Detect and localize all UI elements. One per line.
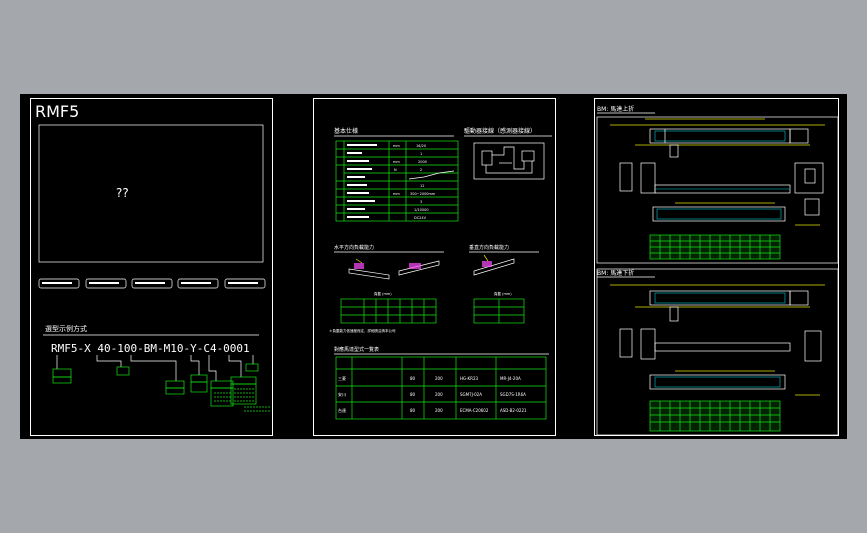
code-legend-text — [214, 388, 271, 412]
top-view-title: BM: 馬達上折 — [597, 105, 634, 113]
load-v-header: 負載 (mm) — [494, 291, 512, 296]
spec-value-9: 1/10000 — [414, 208, 429, 212]
load-h-title: 水平方向負載能力 — [334, 244, 374, 251]
motor-c3-1: HG-KR23 — [460, 376, 478, 381]
spec-value-2: 1 — [420, 152, 422, 156]
spec-value-4: 2 — [420, 168, 422, 172]
spec-unit-1: mm — [393, 144, 400, 148]
motor-c4-2: SGD7S-1R6A — [500, 392, 526, 397]
drawing-canvas: RMF5 ?? 選型示例方式 RMF5-X 40-100-BM-M10-Y-C4… — [20, 94, 847, 439]
specs-drawing: 基本仕様 驅動器接線（感測器接線） 16/20 1 2000 2 12 300~… — [329, 127, 552, 420]
sheet-dimensions: BM: 馬達上折 BM: 馬達下折 — [594, 98, 839, 436]
motor-c2-1: 200 — [435, 376, 443, 381]
motor-name-1: 三菱 — [338, 375, 346, 381]
motor-title: 對應馬達型式一覧表 — [334, 346, 379, 353]
dimensions-drawing: BM: 馬達上折 BM: 馬達下折 — [596, 105, 839, 436]
spec-title: 基本仕様 — [334, 127, 358, 135]
motor-c1-2: 80 — [410, 392, 416, 397]
spec-value-3: 2000 — [418, 160, 427, 164]
bottom-dim-table — [649, 400, 781, 432]
spec-value-8: 3 — [420, 200, 422, 204]
motor-c4-1: MR-J4-20A — [500, 376, 521, 381]
spec-value-1: 16/20 — [416, 144, 426, 148]
section-title: 選型示例方式 — [45, 324, 87, 333]
sheet-cover: RMF5 ?? 選型示例方式 RMF5-X 40-100-BM-M10-Y-C4… — [30, 98, 273, 436]
circuit-diagram — [473, 142, 545, 180]
motor-name-3: 台達 — [338, 407, 346, 413]
load-h-illustration — [348, 258, 440, 280]
preview-placeholder: ?? — [116, 186, 129, 200]
load-note: ＊負載能力依速度而定，詳細請洽詢本公司 — [329, 328, 396, 333]
motor-table-rows: 三菱 80 200 HG-KR23 MR-J4-20A 安川 80 200 SG… — [338, 375, 527, 413]
motor-c1-1: 80 — [410, 376, 416, 381]
motor-c2-3: 200 — [435, 408, 443, 413]
motor-c2-2: 200 — [435, 392, 443, 397]
motor-c3-3: ECMA-C20602 — [460, 408, 489, 413]
cover-drawing: RMF5 ?? 選型示例方式 RMF5-X 40-100-BM-M10-Y-C4… — [35, 102, 271, 412]
spec-value-10: DC24V — [414, 216, 427, 220]
sheet-specs: 基本仕様 驅動器接線（感測器接線） 16/20 1 2000 2 12 300~… — [313, 98, 556, 436]
preview-frame — [38, 124, 264, 263]
sheet-title: RMF5 — [35, 102, 79, 121]
motor-c1-3: 80 — [410, 408, 416, 413]
option-boxes — [38, 278, 266, 289]
top-dim-table — [649, 234, 781, 260]
spec-unit-4: N — [394, 168, 397, 172]
spec-unit-3: mm — [393, 160, 400, 164]
bottom-view-drawing — [610, 284, 825, 396]
spec-unit-7: mm — [393, 192, 400, 196]
spec-value-7: 300~2000mm — [410, 192, 436, 196]
load-v-title: 垂直方向負載能力 — [469, 244, 509, 251]
spec-table: 16/20 1 2000 2 12 300~2000mm 3 1/10000 D… — [335, 140, 459, 222]
code-legend-boxes — [52, 363, 259, 407]
spec-value-6: 12 — [420, 184, 424, 188]
load-h-header: 負載 (mm) — [374, 291, 392, 296]
load-v-illustration — [473, 254, 515, 276]
motor-c3-2: SGM7J-02A — [460, 392, 482, 397]
load-v-table — [473, 298, 525, 324]
model-code: RMF5-X 40-100-BM-M10-Y-C4-0001 — [51, 342, 250, 355]
motor-name-2: 安川 — [338, 391, 346, 397]
load-h-table — [340, 298, 437, 324]
top-view-drawing — [610, 118, 825, 226]
code-callouts — [56, 355, 254, 381]
bottom-view-title: BM: 馬達下折 — [597, 269, 634, 277]
motor-c4-3: ASD-B2-0221 — [500, 408, 527, 413]
circuit-title: 驅動器接線（感測器接線） — [464, 127, 536, 135]
